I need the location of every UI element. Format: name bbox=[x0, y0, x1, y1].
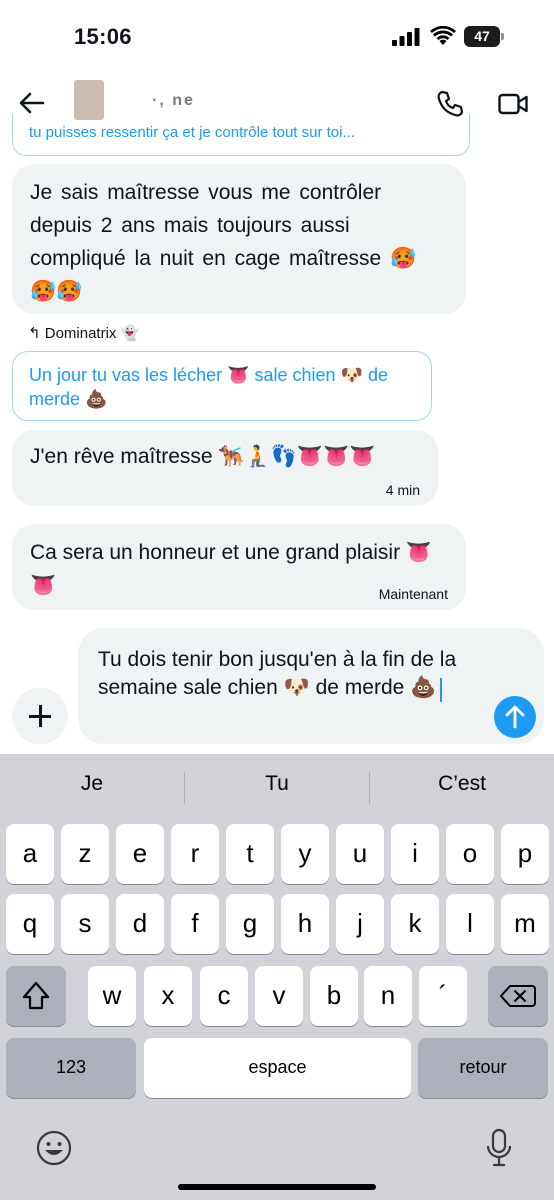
key-c[interactable]: c bbox=[200, 966, 248, 1026]
message-text: J'en rêve maîtresse 🐕‍🦺🧎👣👅👅👅 bbox=[30, 445, 376, 468]
received-message[interactable]: J'en rêve maîtresse 🐕‍🦺🧎👣👅👅👅 4 min bbox=[12, 430, 438, 506]
key-w[interactable]: w bbox=[88, 966, 136, 1026]
numbers-key[interactable]: 123 bbox=[6, 1038, 136, 1098]
key-z[interactable]: z bbox=[61, 824, 109, 884]
battery-tip bbox=[501, 33, 504, 40]
battery-level: 47 bbox=[464, 26, 500, 47]
status-time: 15:06 bbox=[74, 24, 132, 49]
key-u[interactable]: u bbox=[336, 824, 384, 884]
key-j[interactable]: j bbox=[336, 894, 384, 954]
received-message[interactable]: Je sais maîtresse vous me contrôler depu… bbox=[12, 164, 466, 314]
received-message[interactable]: Ca sera un honneur et une grand plaisir … bbox=[12, 524, 466, 610]
key-accent[interactable]: ´ bbox=[419, 966, 467, 1026]
delete-key[interactable] bbox=[488, 966, 548, 1026]
key-i[interactable]: i bbox=[391, 824, 439, 884]
key-e[interactable]: e bbox=[116, 824, 164, 884]
battery-indicator: 47 bbox=[464, 26, 504, 47]
key-f[interactable]: f bbox=[171, 894, 219, 954]
status-bar: 15:06 47 bbox=[0, 0, 554, 74]
send-button[interactable] bbox=[494, 696, 536, 738]
key-p[interactable]: p bbox=[501, 824, 549, 884]
suggestion-item[interactable]: C’est bbox=[370, 772, 554, 796]
quoted-message-text: Un jour tu vas les lécher 👅 sale chien 🐶… bbox=[29, 365, 388, 409]
backspace-icon bbox=[500, 985, 536, 1007]
wifi-icon bbox=[430, 26, 456, 45]
key-n[interactable]: n bbox=[364, 966, 412, 1026]
space-key[interactable]: espace bbox=[144, 1038, 411, 1098]
key-y[interactable]: y bbox=[281, 824, 329, 884]
reply-arrow-icon: ↰ bbox=[28, 325, 41, 342]
key-a[interactable]: a bbox=[6, 824, 54, 884]
shift-icon bbox=[22, 981, 50, 1010]
key-l[interactable]: l bbox=[446, 894, 494, 954]
microphone-icon[interactable] bbox=[486, 1128, 512, 1168]
key-t[interactable]: t bbox=[226, 824, 274, 884]
key-d[interactable]: d bbox=[116, 894, 164, 954]
quoted-message[interactable]: tu puisses ressentir ça et je contrôle t… bbox=[12, 114, 470, 156]
suggestion-item[interactable]: Je bbox=[0, 772, 184, 796]
message-input[interactable]: Tu dois tenir bon jusqu'en à la fin de l… bbox=[78, 628, 544, 744]
quoted-message-text: tu puisses ressentir ça et je contrôle t… bbox=[29, 124, 355, 141]
key-s[interactable]: s bbox=[61, 894, 109, 954]
return-key[interactable]: retour bbox=[418, 1038, 548, 1098]
message-input-text[interactable]: Tu dois tenir bon jusqu'en à la fin de l… bbox=[98, 648, 456, 699]
key-v[interactable]: v bbox=[255, 966, 303, 1026]
reply-indicator: ↰ Dominatrix 👻 bbox=[28, 324, 139, 342]
suggestion-bar: Je Tu C’est bbox=[0, 754, 554, 820]
emoji-keyboard-icon[interactable] bbox=[36, 1130, 72, 1166]
text-caret bbox=[440, 677, 443, 702]
key-g[interactable]: g bbox=[226, 894, 274, 954]
contact-name[interactable]: ·, ne bbox=[152, 92, 195, 110]
quoted-message[interactable]: Un jour tu vas les lécher 👅 sale chien 🐶… bbox=[12, 351, 432, 421]
key-m[interactable]: m bbox=[501, 894, 549, 954]
message-timestamp: Maintenant bbox=[378, 586, 448, 602]
shift-key[interactable] bbox=[6, 966, 66, 1026]
suggestion-item[interactable]: Tu bbox=[185, 772, 369, 796]
message-text: Je sais maîtresse vous me contrôler depu… bbox=[30, 181, 417, 303]
add-media-button[interactable] bbox=[12, 688, 68, 744]
key-k[interactable]: k bbox=[391, 894, 439, 954]
video-call-icon[interactable] bbox=[498, 92, 528, 116]
arrow-up-icon bbox=[505, 705, 525, 729]
key-r[interactable]: r bbox=[171, 824, 219, 884]
key-b[interactable]: b bbox=[310, 966, 358, 1026]
key-q[interactable]: q bbox=[6, 894, 54, 954]
key-h[interactable]: h bbox=[281, 894, 329, 954]
reply-label-text: Dominatrix 👻 bbox=[44, 325, 140, 342]
cellular-signal-icon bbox=[392, 28, 420, 46]
keyboard: Je Tu C’est a z e r t y u i o p q s d f … bbox=[0, 754, 554, 1200]
message-timestamp: 4 min bbox=[385, 482, 420, 498]
key-x[interactable]: x bbox=[144, 966, 192, 1026]
key-o[interactable]: o bbox=[446, 824, 494, 884]
home-indicator bbox=[178, 1184, 376, 1190]
